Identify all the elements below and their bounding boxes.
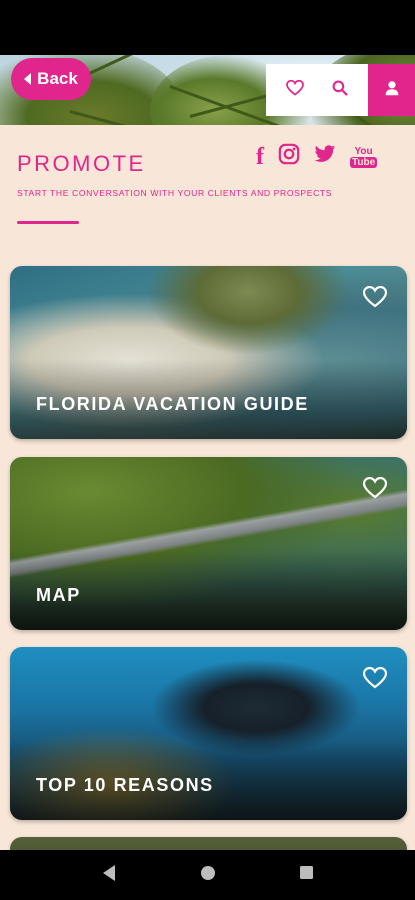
heart-icon[interactable] xyxy=(286,79,304,101)
instagram-icon[interactable] xyxy=(278,143,300,170)
top-actions xyxy=(266,64,415,116)
main-content: PROMOTE f You Tube START THE CONVERSATIO… xyxy=(0,125,415,850)
nav-recents-icon[interactable] xyxy=(299,865,314,885)
social-links: f You Tube xyxy=(256,143,378,170)
card-label: MAP xyxy=(36,585,81,605)
back-button[interactable]: Back xyxy=(11,58,91,100)
twitter-icon[interactable] xyxy=(314,144,336,169)
back-label: Back xyxy=(37,69,78,88)
heart-icon[interactable] xyxy=(362,666,388,694)
title-underline xyxy=(17,221,79,224)
youtube-icon[interactable]: You Tube xyxy=(350,145,378,168)
search-icon[interactable] xyxy=(332,80,348,101)
card-label: FLORIDA VACATION GUIDE xyxy=(36,394,309,414)
card-partial[interactable] xyxy=(10,837,407,850)
heart-icon[interactable] xyxy=(362,285,388,313)
heart-icon[interactable] xyxy=(362,476,388,504)
facebook-icon[interactable]: f xyxy=(256,145,264,169)
nav-back-icon[interactable] xyxy=(101,864,117,887)
user-icon xyxy=(384,80,400,101)
status-bar xyxy=(0,0,415,55)
nav-home-icon[interactable] xyxy=(200,865,216,886)
card-label: TOP 10 REASONS xyxy=(36,775,214,795)
youtube-text-bottom: Tube xyxy=(350,156,378,168)
card-map[interactable]: MAP xyxy=(10,457,407,630)
page-title: PROMOTE xyxy=(17,151,146,176)
user-button[interactable] xyxy=(368,64,415,116)
youtube-text-top: You xyxy=(354,145,373,157)
back-arrow-icon xyxy=(24,73,32,85)
card-florida-vacation-guide[interactable]: FLORIDA VACATION GUIDE xyxy=(10,266,407,439)
system-nav-bar xyxy=(0,850,415,900)
page-subtitle: START THE CONVERSATION WITH YOUR CLIENTS… xyxy=(17,188,333,198)
card-top-10-reasons[interactable]: TOP 10 REASONS xyxy=(10,647,407,820)
